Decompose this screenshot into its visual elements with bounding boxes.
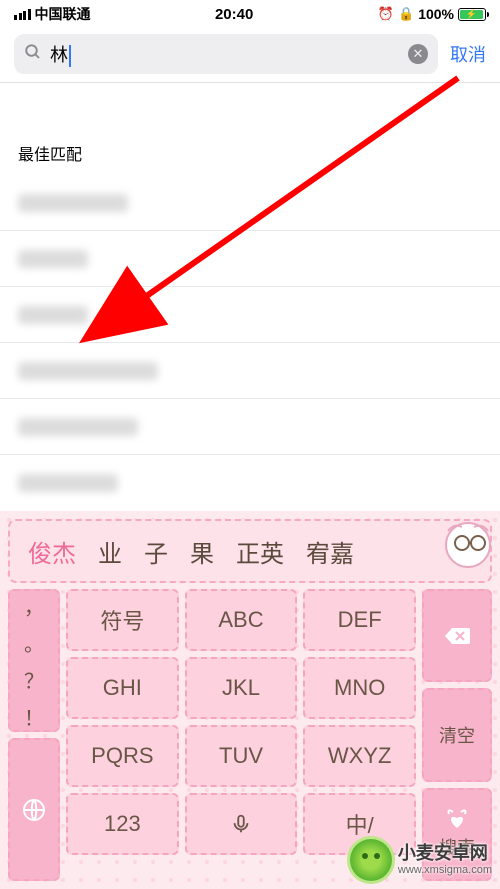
candidate[interactable]: 子 [144,534,168,569]
list-item[interactable] [0,455,500,511]
watermark: 小麦安卓网 www.xmsigma.com [350,839,492,881]
wxyz-key[interactable]: WXYZ [303,725,416,787]
list-item[interactable] [0,287,500,343]
ghi-key[interactable]: GHI [66,657,179,719]
candidate-bar[interactable]: 俊杰 业 子 果 正英 宥嘉 [8,519,492,583]
keypad-col-mid: 符号 ABC DEF GHI JKL MNO PQRS TUV WXYZ 123 [66,589,416,881]
results-section: 最佳匹配 [0,83,500,511]
search-input-text: 林 [50,41,400,67]
screen: 中国联通 20:40 ⏰ 🔒 100% ⚡ 林 ✕ 取消 最佳匹配 [0,0,500,889]
status-right: ⏰ 🔒 100% ⚡ [378,6,486,22]
symbol-key[interactable]: 符号 [66,589,179,651]
clear-icon[interactable]: ✕ [408,44,428,64]
abc-key[interactable]: ABC [185,589,298,651]
mic-key[interactable] [185,793,298,855]
orientation-lock-icon: 🔒 [398,6,414,22]
status-bar: 中国联通 20:40 ⏰ 🔒 100% ⚡ [0,0,500,28]
status-left: 中国联通 [14,4,91,24]
watermark-text: 小麦安卓网 www.xmsigma.com [398,844,492,876]
candidate[interactable]: 正英 [236,534,284,569]
candidate[interactable]: 宥嘉 [306,534,354,569]
punctuation-key[interactable]: ， 。 ？ ！ [8,589,60,732]
keypad: ， 。 ？ ！ 符号 ABC DEF GHI JKL [0,589,500,881]
alarm-icon: ⏰ [378,6,394,22]
status-time: 20:40 [215,6,253,23]
battery-label: 100% [418,6,454,22]
jkl-key[interactable]: JKL [185,657,298,719]
carrier-label: 中国联通 [35,4,91,24]
cancel-button[interactable]: 取消 [450,41,486,67]
avatar-icon [440,517,496,573]
search-row: 林 ✕ 取消 [0,28,500,82]
keyboard: 俊杰 业 子 果 正英 宥嘉 ， 。 ？ ！ [0,511,500,889]
tuv-key[interactable]: TUV [185,725,298,787]
watermark-logo-icon [350,839,392,881]
def-key[interactable]: DEF [303,589,416,651]
list-item[interactable] [0,175,500,231]
list-item[interactable] [0,343,500,399]
backspace-key[interactable] [422,589,492,682]
candidate[interactable]: 业 [98,534,122,569]
battery-icon: ⚡ [458,8,486,21]
section-title: 最佳匹配 [0,141,500,175]
list-item[interactable] [0,231,500,287]
clear-key[interactable]: 清空 [422,688,492,781]
backspace-icon [444,626,470,646]
list-item[interactable] [0,399,500,455]
candidate-active[interactable]: 俊杰 [28,534,76,569]
search-field[interactable]: 林 ✕ [14,34,438,74]
keypad-col-left: ， 。 ？ ！ [8,589,60,881]
pqrs-key[interactable]: PQRS [66,725,179,787]
mic-icon [230,813,252,835]
num-key[interactable]: 123 [66,793,179,855]
globe-key[interactable] [8,738,60,881]
search-icon [24,43,42,66]
signal-icon [14,9,31,20]
mno-key[interactable]: MNO [303,657,416,719]
heart-ears-icon [445,808,469,830]
keypad-col-right: 清空 搜索 [422,589,492,881]
candidate[interactable]: 果 [190,534,214,569]
